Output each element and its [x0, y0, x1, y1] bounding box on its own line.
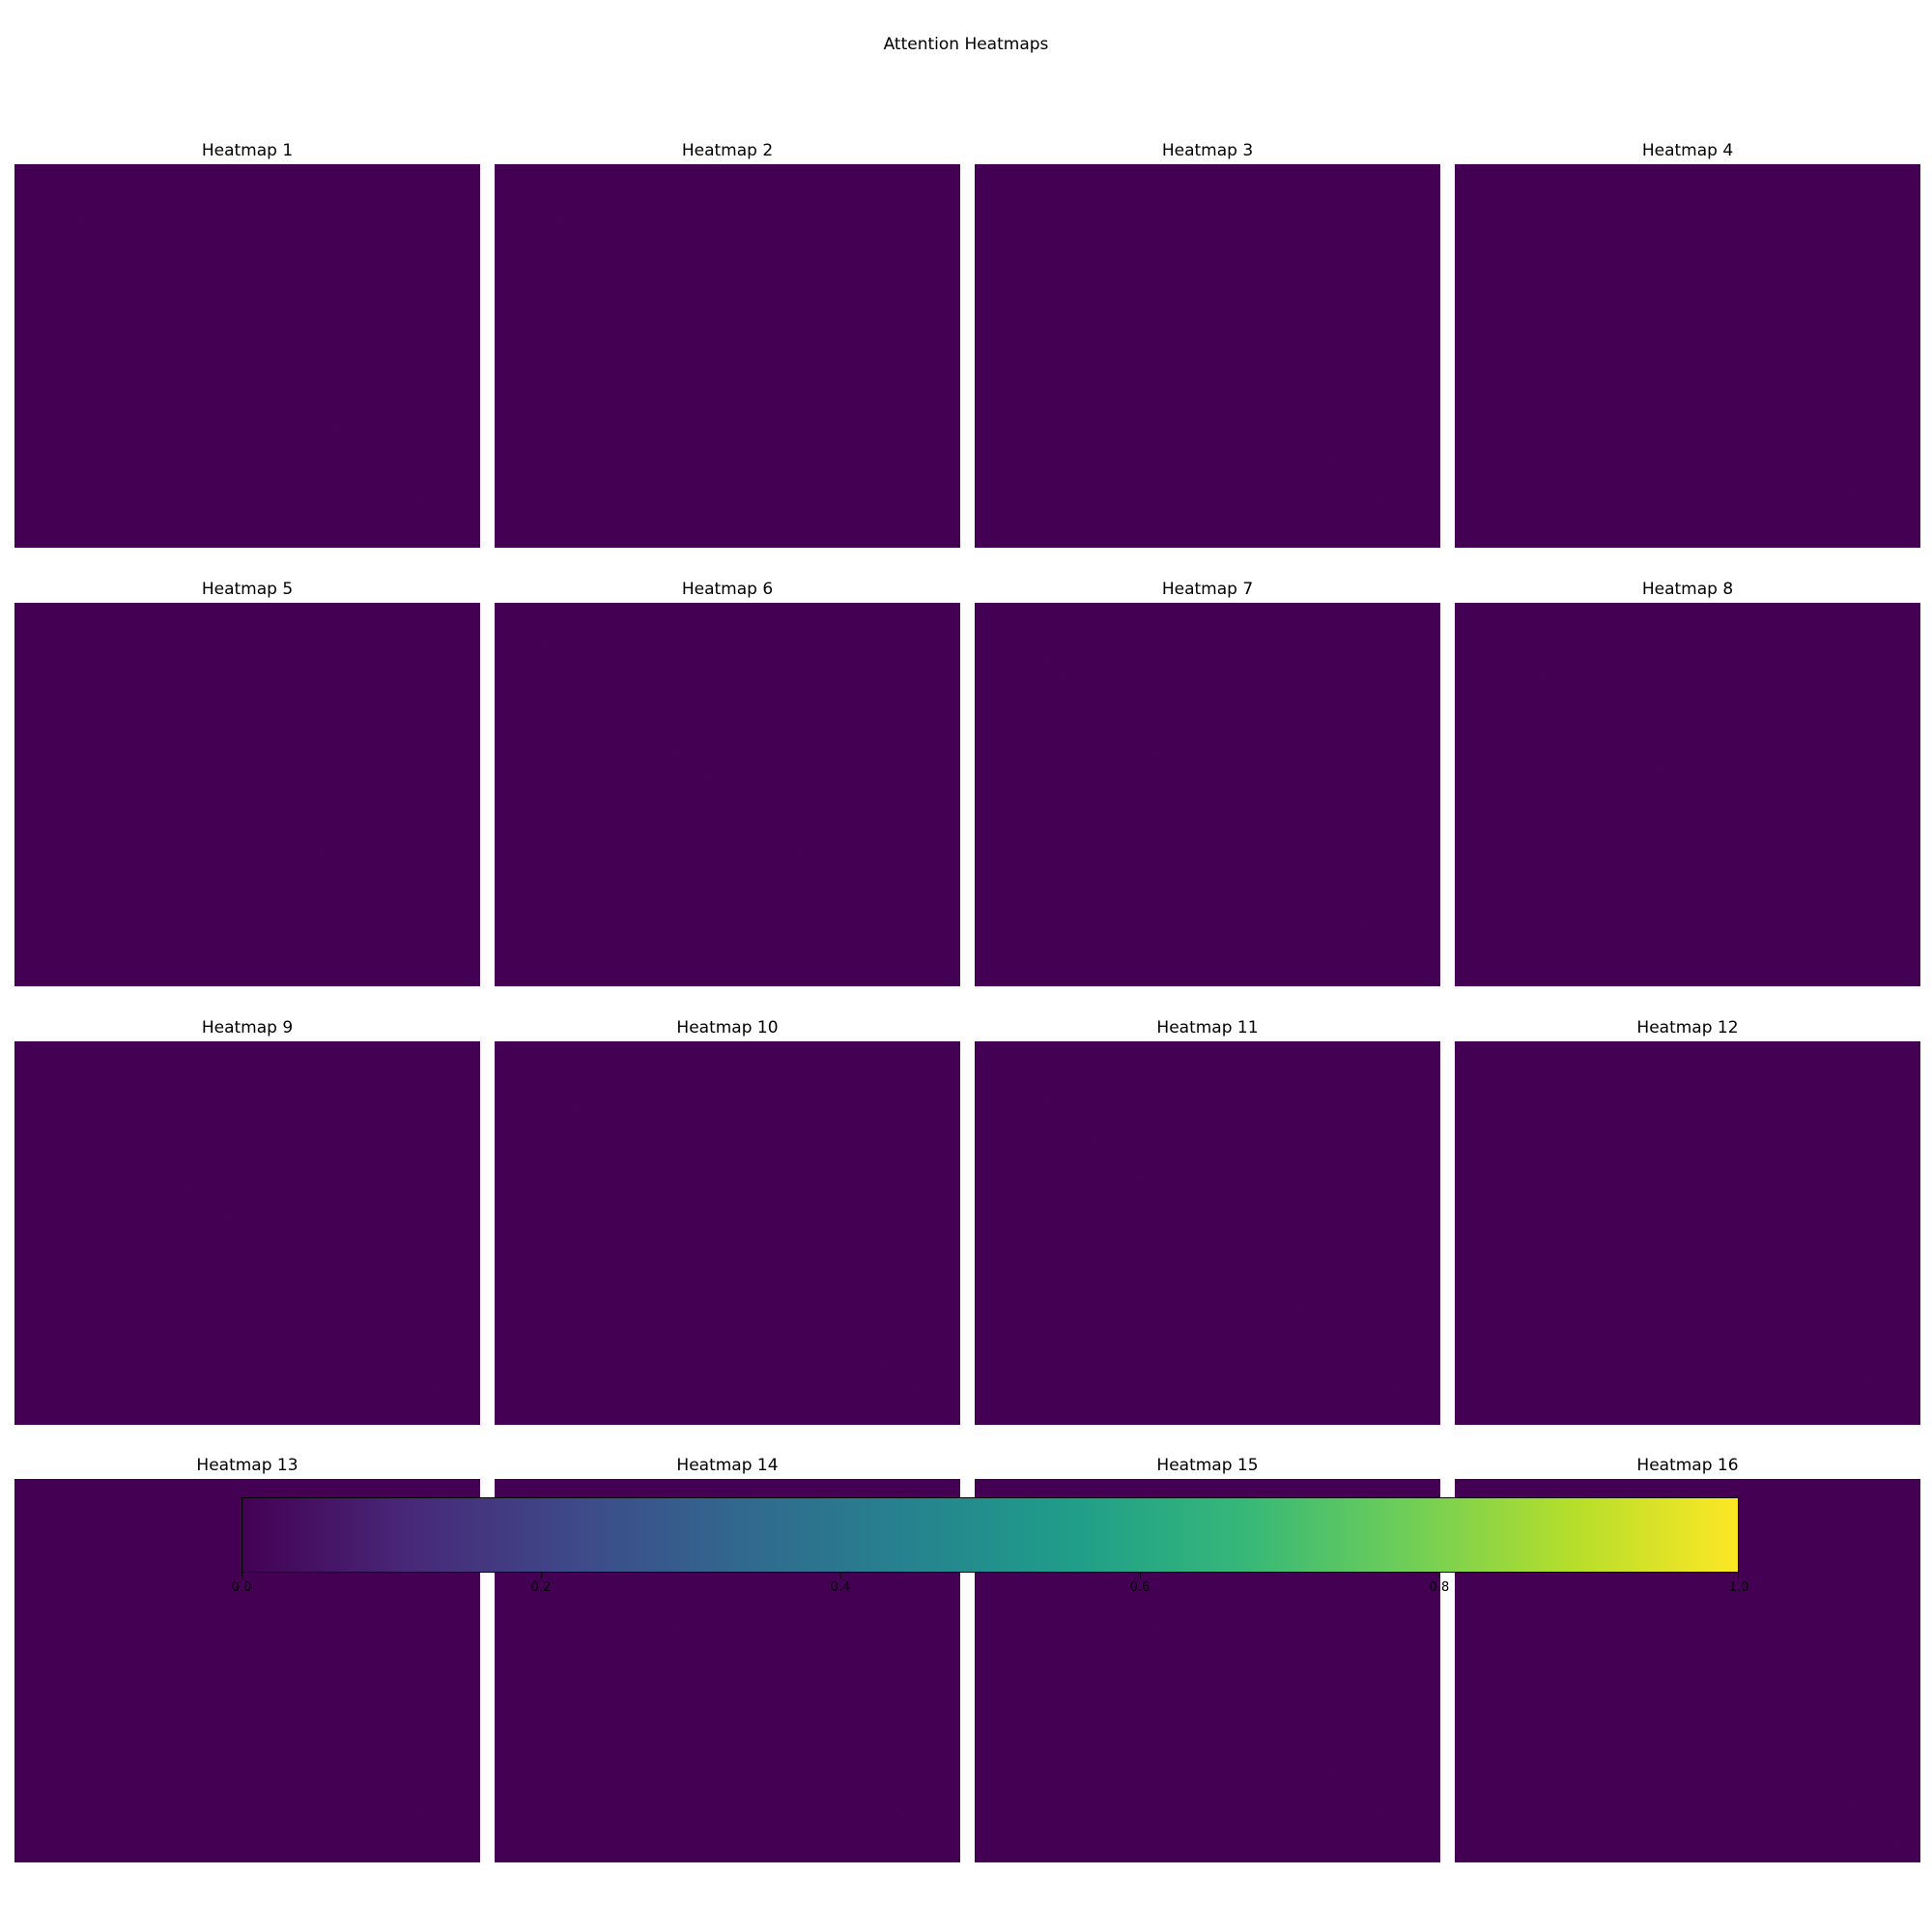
heatmap-title: Heatmap 3 — [1161, 141, 1254, 160]
colorbar-tick-mark — [840, 1573, 841, 1578]
heatmap-title: Heatmap 15 — [1156, 1456, 1259, 1475]
heatmap-title: Heatmap 4 — [1641, 141, 1734, 160]
heatmap-plot — [14, 1041, 480, 1425]
heatmap-title: Heatmap 13 — [196, 1456, 298, 1475]
heatmap-title: Heatmap 7 — [1161, 580, 1254, 599]
colorbar-tick-mark — [1140, 1573, 1141, 1578]
heatmap-title: Heatmap 8 — [1641, 580, 1734, 599]
colorbar-tick-label: 0.4 — [830, 1580, 851, 1595]
heatmap-plot — [1455, 1041, 1920, 1425]
heatmap-plot — [14, 603, 480, 986]
colorbar-tick-mark — [541, 1573, 542, 1578]
colorbar-tick-label: 1.0 — [1728, 1580, 1749, 1595]
heatmap-title: Heatmap 16 — [1636, 1456, 1739, 1475]
heatmap-plot — [495, 603, 960, 986]
heatmap-plot — [975, 164, 1440, 548]
figure-title: Attention Heatmaps — [883, 35, 1049, 54]
colorbar-tick-label: 0.8 — [1429, 1580, 1450, 1595]
colorbar-tick-mark — [1439, 1573, 1440, 1578]
heatmap-plot — [14, 164, 480, 548]
heatmap-title: Heatmap 1 — [201, 141, 294, 160]
heatmap-plot — [1455, 164, 1920, 548]
colorbar-tick-label: 0.0 — [231, 1580, 252, 1595]
heatmap-title: Heatmap 10 — [676, 1018, 779, 1037]
heatmap-title: Heatmap 2 — [681, 141, 774, 160]
heatmap-title: Heatmap 14 — [676, 1456, 779, 1475]
heatmap-title: Heatmap 6 — [681, 580, 774, 599]
colorbar-gradient — [242, 1497, 1739, 1573]
heatmap-title: Heatmap 9 — [201, 1018, 294, 1037]
colorbar-tick-mark — [1738, 1573, 1739, 1578]
colorbar-tick-label: 0.2 — [530, 1580, 552, 1595]
heatmap-plot — [1455, 603, 1920, 986]
heatmap-title: Heatmap 11 — [1156, 1018, 1259, 1037]
colorbar-tick-label: 0.6 — [1129, 1580, 1151, 1595]
colorbar: 0.0 0.2 0.4 0.6 0.8 1.0 — [232, 1497, 1748, 1604]
heatmap-title: Heatmap 5 — [201, 580, 294, 599]
heatmap-plot — [975, 603, 1440, 986]
heatmap-plot — [975, 1041, 1440, 1425]
heatmap-title: Heatmap 12 — [1636, 1018, 1739, 1037]
heatmap-plot — [495, 164, 960, 548]
heatmap-plot — [495, 1041, 960, 1425]
